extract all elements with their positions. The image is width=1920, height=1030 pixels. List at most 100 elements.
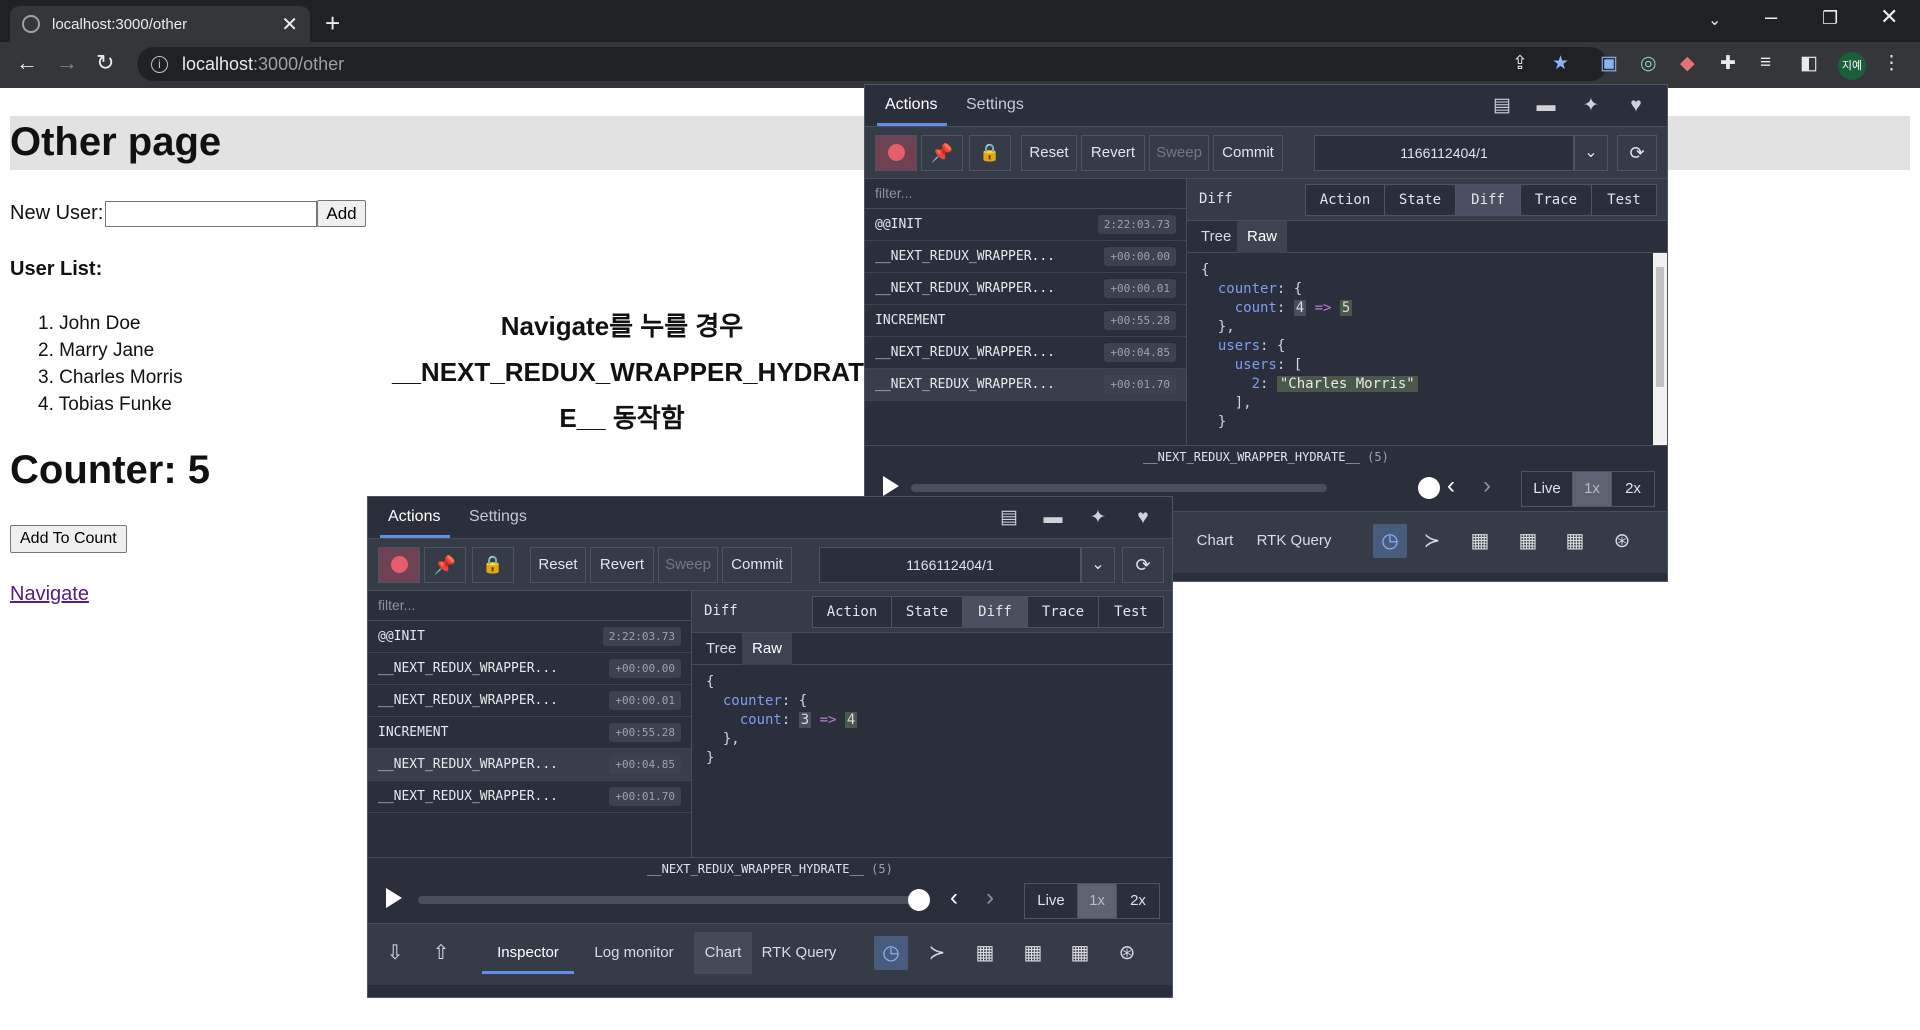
monitor-inspector[interactable]: Inspector xyxy=(482,932,574,974)
new-user-input[interactable] xyxy=(105,200,318,227)
record-button[interactable] xyxy=(378,547,420,583)
pin-button[interactable]: 📌 xyxy=(921,135,963,171)
sweep-button[interactable]: Sweep xyxy=(1149,135,1209,171)
dispatcher-grid-icon[interactable]: ▦ xyxy=(968,936,1002,970)
close-tab-icon[interactable]: ✕ xyxy=(281,12,298,37)
speed-live[interactable]: Live xyxy=(1521,471,1573,507)
tab-trace[interactable]: Trace xyxy=(1520,184,1592,216)
lock-button[interactable]: 🔒 xyxy=(472,547,514,583)
react-extension-icon[interactable]: ◆ xyxy=(1680,52,1695,75)
site-info-icon[interactable]: i xyxy=(151,55,168,73)
chevron-down-icon[interactable]: ⌄ xyxy=(1574,135,1608,171)
record-button[interactable] xyxy=(875,135,917,171)
tab-action[interactable]: Action xyxy=(1305,184,1385,216)
bookmark-star-icon[interactable]: ★ xyxy=(1552,52,1569,75)
lock-button[interactable]: 🔒 xyxy=(969,135,1011,171)
slider-track[interactable] xyxy=(911,484,1327,492)
tab-state[interactable]: State xyxy=(1384,184,1456,216)
new-tab-icon[interactable]: + xyxy=(325,8,340,39)
redux-devtools-extension-icon[interactable]: ◎ xyxy=(1640,52,1657,75)
monitor-rtk-query[interactable]: RTK Query xyxy=(754,932,844,974)
revert-button[interactable]: Revert xyxy=(1081,135,1145,171)
scrollbar-thumb[interactable] xyxy=(1656,267,1664,387)
profile-avatar[interactable]: 지예 xyxy=(1838,52,1866,80)
slider-track[interactable] xyxy=(418,896,912,904)
action-row[interactable]: INCREMENT +00:55.28 xyxy=(368,717,691,749)
instance-select[interactable]: 1166112404/1 xyxy=(819,547,1081,583)
step-forward-icon[interactable]: › xyxy=(1483,472,1491,500)
twitter-icon[interactable]: ✦ xyxy=(1578,93,1604,119)
navigate-link[interactable]: Navigate xyxy=(10,583,89,606)
speed-2x[interactable]: 2x xyxy=(1116,883,1160,919)
monitor-chart[interactable]: Chart xyxy=(1187,520,1243,562)
console-icon[interactable]: ≻ xyxy=(920,936,954,970)
tab-diff[interactable]: Diff xyxy=(1455,184,1521,216)
speed-2x[interactable]: 2x xyxy=(1611,471,1655,507)
address-bar[interactable]: i localhost:3000/other xyxy=(137,47,1607,81)
window-close-icon[interactable]: ✕ xyxy=(1880,4,1898,30)
menu-kebab-icon[interactable]: ⋮ xyxy=(1882,52,1901,75)
upload-icon[interactable]: ⇧ xyxy=(424,936,458,970)
action-row-selected[interactable]: __NEXT_REDUX_WRAPPER... +00:04.85 xyxy=(368,749,691,781)
revert-button[interactable]: Revert xyxy=(590,547,654,583)
dispatcher-grid-icon[interactable]: ▦ xyxy=(1463,524,1497,558)
browser-tab[interactable]: localhost:3000/other ✕ xyxy=(10,6,310,42)
twitter-icon[interactable]: ✦ xyxy=(1085,505,1111,531)
play-icon[interactable] xyxy=(386,888,402,908)
step-back-icon[interactable]: ‹ xyxy=(950,884,958,912)
download-icon[interactable]: ⇩ xyxy=(378,936,412,970)
action-row[interactable]: INCREMENT +00:55.28 xyxy=(865,305,1186,337)
action-row[interactable]: __NEXT_REDUX_WRAPPER... +00:00.01 xyxy=(865,273,1186,305)
tab-diff[interactable]: Diff xyxy=(962,596,1028,628)
minimize-icon[interactable]: – xyxy=(1765,4,1777,30)
restore-icon[interactable]: ❐ xyxy=(1822,8,1838,29)
persist-timer-icon[interactable]: ◷ xyxy=(874,936,908,970)
sync-icon[interactable]: ⟳ xyxy=(1617,135,1657,171)
action-filter-input[interactable]: filter... xyxy=(368,591,691,621)
chart-grid-icon[interactable]: ▦ xyxy=(1558,524,1592,558)
action-filter-input[interactable]: filter... xyxy=(865,179,1186,209)
step-forward-icon[interactable]: › xyxy=(986,884,994,912)
add-to-count-button[interactable]: Add To Count xyxy=(10,525,127,553)
tab-settings[interactable]: Settings xyxy=(966,96,1024,114)
commit-button[interactable]: Commit xyxy=(722,547,792,583)
tab-test[interactable]: Test xyxy=(1098,596,1164,628)
slider-grid-icon[interactable]: ▦ xyxy=(1511,524,1545,558)
play-icon[interactable] xyxy=(883,476,899,496)
heart-icon[interactable]: ♥ xyxy=(1623,93,1649,119)
action-row[interactable]: @@INIT 2:22:03.73 xyxy=(368,621,691,653)
feedback-chat-icon[interactable]: ▬ xyxy=(1533,93,1559,119)
slider-knob[interactable] xyxy=(1418,477,1440,499)
reset-button[interactable]: Reset xyxy=(530,547,586,583)
tab-test[interactable]: Test xyxy=(1591,184,1657,216)
share-icon[interactable]: ⇪ xyxy=(1512,52,1528,75)
diff-scrollbar[interactable] xyxy=(1653,253,1667,445)
step-back-icon[interactable]: ‹ xyxy=(1447,472,1455,500)
monitor-rtk-query[interactable]: RTK Query xyxy=(1249,520,1339,562)
subtab-tree[interactable]: Tree xyxy=(696,633,746,665)
remote-antenna-icon[interactable]: ⊛ xyxy=(1110,936,1144,970)
slider-grid-icon[interactable]: ▦ xyxy=(1016,936,1050,970)
back-icon[interactable]: ← xyxy=(16,50,38,76)
action-row[interactable]: __NEXT_REDUX_WRAPPER... +00:01.70 xyxy=(368,781,691,813)
tab-trace[interactable]: Trace xyxy=(1027,596,1099,628)
monitor-log[interactable]: Log monitor xyxy=(580,932,688,974)
tab-actions[interactable]: Actions xyxy=(885,96,937,114)
slider-knob[interactable] xyxy=(908,889,930,911)
translate-extension-icon[interactable]: ▣ xyxy=(1600,52,1618,75)
commit-button[interactable]: Commit xyxy=(1213,135,1283,171)
docs-book-icon[interactable]: ▤ xyxy=(1489,93,1515,119)
reset-button[interactable]: Reset xyxy=(1021,135,1077,171)
chart-grid-icon[interactable]: ▦ xyxy=(1063,936,1097,970)
remote-antenna-icon[interactable]: ⊛ xyxy=(1605,524,1639,558)
side-panel-icon[interactable]: ◧ xyxy=(1800,52,1818,75)
add-user-button[interactable]: Add xyxy=(317,200,366,227)
monitor-chart[interactable]: Chart xyxy=(694,932,752,974)
console-icon[interactable]: ≻ xyxy=(1415,524,1449,558)
action-row[interactable]: __NEXT_REDUX_WRAPPER... +00:00.01 xyxy=(368,685,691,717)
sweep-button[interactable]: Sweep xyxy=(658,547,718,583)
extensions-puzzle-icon[interactable]: ✚ xyxy=(1720,52,1736,75)
forward-icon[interactable]: → xyxy=(56,50,78,76)
docs-book-icon[interactable]: ▤ xyxy=(996,505,1022,531)
tab-actions[interactable]: Actions xyxy=(388,508,440,526)
